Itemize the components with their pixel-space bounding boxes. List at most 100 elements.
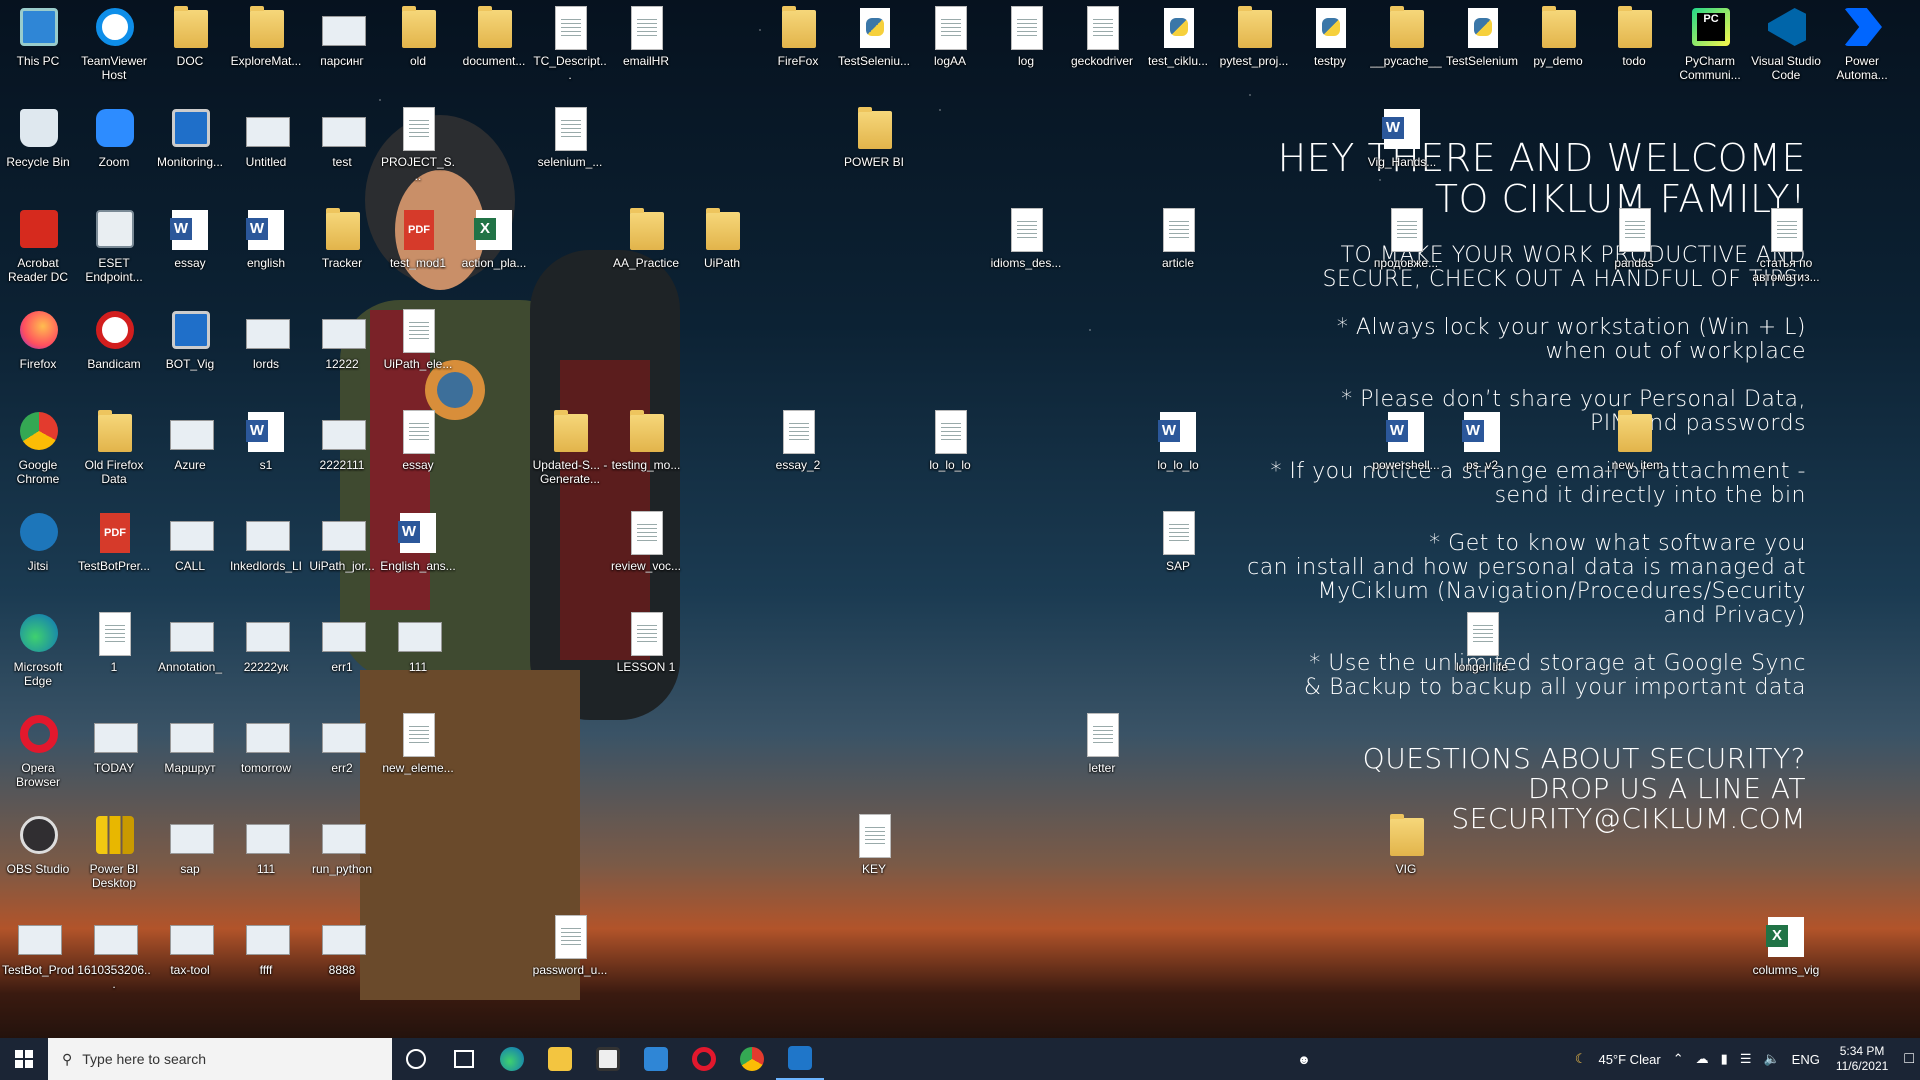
desktop-icon[interactable]: AA_Practice xyxy=(608,206,684,270)
desktop-icon[interactable]: статья по автоматиз... xyxy=(1748,206,1824,284)
desktop-icon[interactable]: 1 xyxy=(76,610,152,674)
desktop-icon[interactable]: PC PyCharm Communi... xyxy=(1672,4,1748,82)
taskbar-chrome[interactable] xyxy=(728,1038,776,1080)
desktop-icon[interactable]: essay_2 xyxy=(760,408,836,472)
desktop-icon[interactable]: old xyxy=(380,4,456,68)
desktop-icon[interactable]: FireFox xyxy=(760,4,836,68)
desktop-icon[interactable]: testpy xyxy=(1292,4,1368,68)
desktop-icon[interactable]: TestSelenium xyxy=(1444,4,1520,68)
network-icon[interactable]: ☰ xyxy=(1740,1051,1752,1067)
desktop-icon[interactable]: Inkedlords_LI xyxy=(228,509,304,573)
desktop-icon[interactable]: letter xyxy=(1064,711,1140,775)
desktop-icon[interactable]: VIG xyxy=(1368,812,1444,876)
desktop-icon[interactable]: ESET Endpoint... xyxy=(76,206,152,284)
desktop-icon[interactable]: KEY xyxy=(836,812,912,876)
desktop-icon[interactable]: s1 xyxy=(228,408,304,472)
desktop-icon[interactable]: ps_v2 xyxy=(1444,408,1520,472)
desktop-icon[interactable]: CALL xyxy=(152,509,228,573)
desktop-icon[interactable]: err2 xyxy=(304,711,380,775)
desktop-icon[interactable]: LESSON 1 xyxy=(608,610,684,674)
desktop-icon[interactable]: BOT_Vig xyxy=(152,307,228,371)
desktop-icon[interactable]: 1610353206... xyxy=(76,913,152,991)
desktop-icon[interactable]: 22222ук xyxy=(228,610,304,674)
desktop-icon[interactable]: idioms_des... xyxy=(988,206,1064,270)
cortana-button[interactable] xyxy=(392,1038,440,1080)
desktop-icon[interactable]: Untitled xyxy=(228,105,304,169)
desktop-icon[interactable]: Annotation_ xyxy=(152,610,228,674)
desktop-icon[interactable]: Recycle Bin xyxy=(0,105,76,169)
desktop-icon[interactable]: Маршрут xyxy=(152,711,228,775)
taskbar-search-box[interactable]: ⚲ Type here to search xyxy=(48,1038,392,1080)
desktop-icon[interactable]: err1 xyxy=(304,610,380,674)
desktop-icon[interactable]: lo_lo_lo xyxy=(912,408,988,472)
desktop-icon[interactable]: _new_item xyxy=(1596,408,1672,472)
desktop-icon[interactable]: longer life xyxy=(1444,610,1520,674)
desktop-icon[interactable]: 111 xyxy=(380,610,456,674)
desktop-icon[interactable]: POWER BI xyxy=(836,105,912,169)
desktop-icon[interactable]: sap xyxy=(152,812,228,876)
desktop-icon[interactable]: PDF test_mod1 xyxy=(380,206,456,270)
desktop-icon[interactable]: Acrobat Reader DC xyxy=(0,206,76,284)
desktop-icon[interactable]: tomorrow xyxy=(228,711,304,775)
desktop-icon[interactable]: TC_Descript... xyxy=(532,4,608,82)
desktop-icon[interactable]: pandas xyxy=(1596,206,1672,270)
desktop-icon[interactable]: 2222111 xyxy=(304,408,380,472)
desktop-icon[interactable]: продовже... xyxy=(1368,206,1444,270)
desktop-icon[interactable]: testing_mo... xyxy=(608,408,684,472)
desktop-icon[interactable]: PROJECT_S... xyxy=(380,105,456,183)
desktop-icon[interactable]: English_ans... xyxy=(380,509,456,573)
desktop-icon[interactable]: Tracker xyxy=(304,206,380,270)
desktop-icon[interactable]: password_u... xyxy=(532,913,608,977)
taskbar-mail[interactable] xyxy=(632,1038,680,1080)
start-button[interactable] xyxy=(0,1038,48,1080)
desktop-icon[interactable]: SAP xyxy=(1140,509,1216,573)
desktop-icon[interactable]: Power Automa... xyxy=(1824,4,1900,82)
desktop-icon[interactable]: emailHR xyxy=(608,4,684,68)
desktop-icon[interactable]: document... xyxy=(456,4,532,68)
desktop-icon[interactable]: TestSeleniu... xyxy=(836,4,912,68)
desktop-icon[interactable]: Jitsi xyxy=(0,509,76,573)
people-icon[interactable]: ☻ xyxy=(1297,1052,1311,1067)
taskbar-edge[interactable] xyxy=(488,1038,536,1080)
desktop-icon[interactable]: todo xyxy=(1596,4,1672,68)
desktop-icon[interactable]: Power BI Desktop xyxy=(76,812,152,890)
desktop-icon[interactable]: DOC xyxy=(152,4,228,68)
language-indicator[interactable]: ENG xyxy=(1792,1052,1820,1067)
desktop-icon[interactable]: This PC xyxy=(0,4,76,68)
task-view-button[interactable] xyxy=(440,1038,488,1080)
taskbar-opera[interactable] xyxy=(680,1038,728,1080)
desktop-icon[interactable]: pytest_proj... xyxy=(1216,4,1292,68)
desktop-icon[interactable]: new_eleme... xyxy=(380,711,456,775)
desktop-icon[interactable]: test xyxy=(304,105,380,169)
desktop-icon[interactable]: 8888 xyxy=(304,913,380,977)
desktop-icon[interactable]: log xyxy=(988,4,1064,68)
volume-icon[interactable]: 🔈 xyxy=(1763,1051,1779,1067)
desktop-icon[interactable]: selenium_... xyxy=(532,105,608,169)
desktop-icon[interactable]: Vig_Hands... xyxy=(1364,105,1440,169)
desktop-icon[interactable]: action_pla... xyxy=(456,206,532,270)
clock[interactable]: 5:34 PM 11/6/2021 xyxy=(1836,1044,1889,1074)
desktop-icon[interactable]: geckodriver xyxy=(1064,4,1140,68)
desktop-icon[interactable]: Visual Studio Code xyxy=(1748,4,1824,82)
weather-text[interactable]: 45°F Clear xyxy=(1598,1052,1660,1067)
desktop-icon[interactable]: Zoom xyxy=(76,105,152,169)
desktop-icon[interactable]: Firefox xyxy=(0,307,76,371)
desktop-icon[interactable]: TeamViewer Host xyxy=(76,4,152,82)
desktop-icon[interactable]: 111 xyxy=(228,812,304,876)
desktop-icon[interactable]: article xyxy=(1140,206,1216,270)
desktop-icon[interactable]: py_demo xyxy=(1520,4,1596,68)
desktop-icon[interactable]: Google Chrome xyxy=(0,408,76,486)
desktop-icon[interactable]: __pycache__ xyxy=(1368,4,1444,68)
desktop-icon[interactable]: Monitoring... xyxy=(152,105,228,169)
desktop-icon[interactable]: парсинг xyxy=(304,4,380,68)
desktop-icon[interactable]: test_ciklu... xyxy=(1140,4,1216,68)
taskbar-app[interactable] xyxy=(776,1038,824,1080)
taskbar-store[interactable] xyxy=(584,1038,632,1080)
desktop-icon[interactable]: review_voc... xyxy=(608,509,684,573)
desktop-icon[interactable]: Microsoft Edge xyxy=(0,610,76,688)
desktop-icon[interactable]: tax-tool xyxy=(152,913,228,977)
desktop-icon[interactable]: powershell... xyxy=(1368,408,1444,472)
desktop-icon[interactable]: lords xyxy=(228,307,304,371)
desktop-icon[interactable]: ffff xyxy=(228,913,304,977)
notifications-icon[interactable]: □ xyxy=(1904,1050,1914,1068)
